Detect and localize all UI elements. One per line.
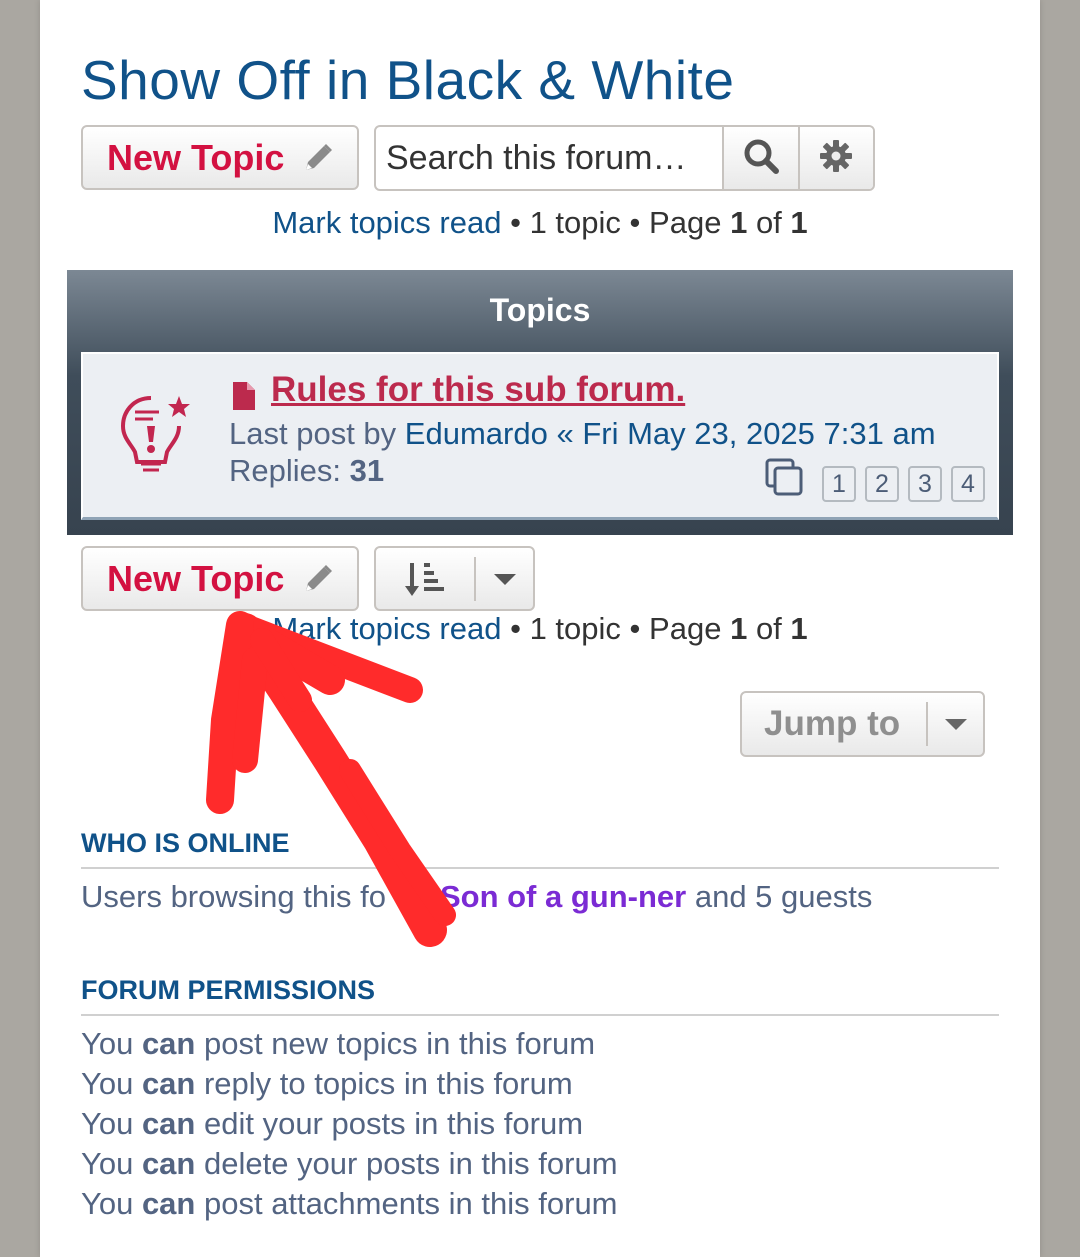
permission-text: post attachments in this forum — [203, 1186, 618, 1221]
document-icon — [231, 381, 257, 411]
last-post-author-link[interactable]: Edumardo — [405, 416, 548, 451]
permission-you: You — [81, 1106, 134, 1141]
last-post-separator: « — [556, 416, 574, 451]
pagination-top: Mark topics read • 1 topic • Page 1 of 1 — [40, 205, 1040, 241]
jump-to-button[interactable]: Jump to — [740, 691, 985, 757]
online-user-link[interactable]: Son of a gun-ner — [440, 879, 686, 914]
permission-you: You — [81, 1026, 134, 1061]
sort-options-button[interactable] — [374, 546, 535, 611]
gear-icon — [818, 138, 854, 179]
separator: • — [629, 205, 641, 240]
of-word: of — [755, 611, 782, 646]
permission-you: You — [81, 1146, 134, 1181]
jump-to-label: Jump to — [764, 704, 901, 743]
topic-last-post: Last post by Edumardo « Fri May 23, 2025… — [229, 416, 936, 452]
pages-icon — [765, 458, 805, 498]
announcement-icon — [115, 392, 195, 478]
permission-can: can — [141, 1106, 196, 1141]
chevron-down-icon — [928, 717, 983, 731]
topic-row: Rules for this sub forum. Last post by E… — [81, 352, 999, 520]
replies-count: 31 — [349, 453, 385, 488]
permission-text: reply to topics in this forum — [203, 1066, 573, 1101]
chevron-down-icon — [476, 572, 533, 586]
who-is-online-heading[interactable]: WHO IS ONLINE — [81, 828, 999, 869]
forum-search: Search this forum… — [374, 125, 875, 191]
forum-page: Show Off in Black & White New Topic Sear… — [40, 0, 1040, 1257]
page-word: Page — [649, 611, 722, 646]
new-topic-button-top[interactable]: New Topic — [81, 125, 359, 190]
topic-replies: Replies: 31 — [229, 453, 384, 489]
online-prefix: Users browsing this fo — [81, 879, 386, 914]
permission-can: can — [141, 1066, 196, 1101]
separator: • — [629, 611, 641, 646]
permission-line: You can reply to topics in this forum — [81, 1066, 573, 1102]
topic-page-1[interactable]: 1 — [822, 466, 856, 502]
permission-text: delete your posts in this forum — [203, 1146, 618, 1181]
permission-text: edit your posts in this forum — [203, 1106, 584, 1141]
online-suffix: and 5 guests — [694, 879, 873, 914]
pagination-bottom: Mark topics read • 1 topic • Page 1 of 1 — [40, 611, 1040, 647]
total-pages: 1 — [790, 205, 808, 240]
new-topic-label: New Topic — [107, 136, 285, 178]
topic-page-2[interactable]: 2 — [865, 466, 899, 502]
separator: • — [510, 205, 521, 240]
forum-title[interactable]: Show Off in Black & White — [81, 48, 734, 112]
topics-header: Topics — [489, 292, 591, 328]
permission-line: You can post attachments in this forum — [81, 1186, 618, 1222]
current-page: 1 — [730, 205, 748, 240]
topic-count: 1 topic — [529, 611, 621, 646]
topic-count: 1 topic — [529, 205, 621, 240]
permission-can: can — [141, 1146, 196, 1181]
sort-icon — [376, 559, 474, 599]
new-topic-label: New Topic — [107, 557, 285, 599]
permission-can: can — [141, 1026, 196, 1061]
search-input[interactable]: Search this forum… — [376, 127, 724, 189]
forum-permissions-heading: FORUM PERMISSIONS — [81, 975, 999, 1016]
separator: • — [510, 611, 521, 646]
permission-line: You can post new topics in this forum — [81, 1026, 595, 1062]
topic-title-link[interactable]: Rules for this sub forum. — [271, 370, 685, 410]
current-page: 1 — [730, 611, 748, 646]
pencil-icon — [300, 561, 336, 597]
new-topic-button-bottom[interactable]: New Topic — [81, 546, 359, 611]
permission-line: You can edit your posts in this forum — [81, 1106, 583, 1142]
search-button[interactable] — [724, 127, 798, 189]
permission-text: post new topics in this forum — [203, 1026, 596, 1061]
permission-line: You can delete your posts in this forum — [81, 1146, 618, 1182]
topic-page-4[interactable]: 4 — [951, 466, 985, 502]
topic-page-3[interactable]: 3 — [908, 466, 942, 502]
page-word: Page — [649, 205, 722, 240]
mark-topics-read-link[interactable]: Mark topics read — [272, 205, 501, 240]
who-is-online-text: Users browsing this fo Son of a gun-ner a… — [81, 879, 872, 915]
of-word: of — [755, 205, 782, 240]
permission-you: You — [81, 1066, 134, 1101]
mark-topics-read-link[interactable]: Mark topics read — [272, 611, 501, 646]
search-icon — [741, 136, 781, 181]
topics-panel: Topics Rules for this sub forum. Last po… — [67, 270, 1013, 535]
total-pages: 1 — [790, 611, 808, 646]
permission-you: You — [81, 1186, 134, 1221]
advanced-search-button[interactable] — [797, 127, 873, 189]
permission-can: can — [141, 1186, 196, 1221]
last-post-prefix: Last post by — [229, 416, 397, 451]
last-post-date-link[interactable]: Fri May 23, 2025 7:31 am — [582, 416, 935, 451]
replies-label: Replies: — [229, 453, 341, 488]
pencil-icon — [300, 140, 336, 176]
